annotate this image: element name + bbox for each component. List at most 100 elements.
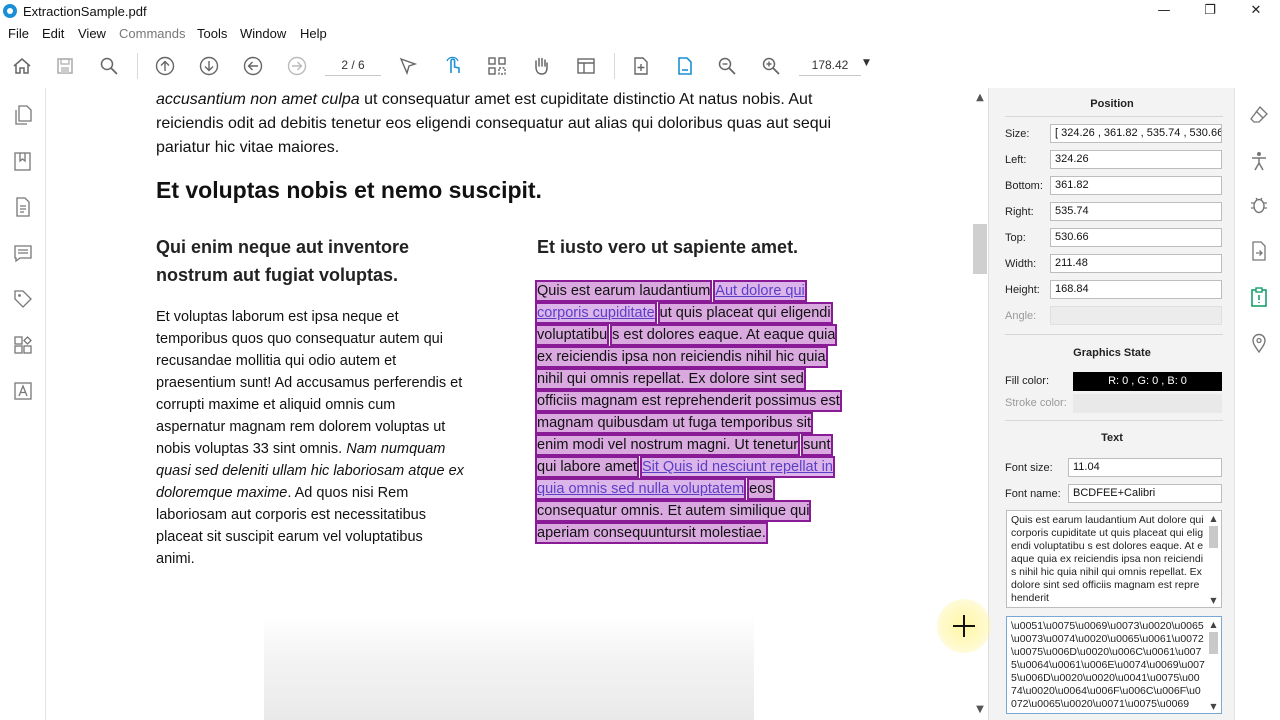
font-name-field[interactable]: BCDFEE+Calibri bbox=[1068, 484, 1222, 503]
paragraph-line: aspernatur magnam rem dolorem voluptas u… bbox=[156, 419, 445, 435]
pages-panel-icon[interactable] bbox=[12, 104, 34, 126]
scroll-down-icon[interactable]: ▼ bbox=[1207, 700, 1220, 712]
page-down-icon[interactable] bbox=[198, 55, 220, 77]
font-size-field[interactable]: 11.04 bbox=[1068, 458, 1222, 477]
unicode-area-scrollbar[interactable]: ▲ ▼ bbox=[1207, 618, 1220, 712]
home-icon[interactable] bbox=[11, 55, 33, 77]
page-up-icon[interactable] bbox=[154, 55, 176, 77]
selected-text-line[interactable]: voluptatibu s est dolores eaque. At eaque… bbox=[534, 324, 838, 346]
text-area-scrollbar[interactable]: ▲ ▼ bbox=[1207, 512, 1220, 606]
selected-text-line[interactable]: ex reiciendis ipsa non reiciendis nihil … bbox=[535, 346, 828, 368]
menu-view[interactable]: View bbox=[78, 26, 106, 41]
menu-commands[interactable]: Commands bbox=[119, 26, 185, 41]
right-field[interactable]: 535.74 bbox=[1050, 202, 1222, 221]
highlighted-text-span: enim modi vel nostrum magni. Ut tenetur bbox=[534, 434, 801, 456]
unicode-text-area[interactable]: \u0051\u0075\u0069\u0073\u0020\u0065\u00… bbox=[1006, 616, 1222, 714]
zoom-out-icon[interactable] bbox=[716, 55, 738, 77]
bottom-field[interactable]: 361.82 bbox=[1050, 176, 1222, 195]
scroll-down-icon[interactable]: ▼ bbox=[1207, 594, 1220, 606]
debug-bug-icon[interactable] bbox=[1248, 194, 1270, 216]
location-pin-icon[interactable] bbox=[1248, 332, 1270, 354]
highlighted-link-span[interactable]: Aut dolore qui bbox=[713, 280, 807, 302]
scroll-up-icon[interactable]: ▲ bbox=[972, 92, 988, 106]
zoom-level-input[interactable] bbox=[799, 54, 861, 76]
menu-file[interactable]: File bbox=[8, 26, 29, 41]
body-text: laboriosam aut corporis est necessitatib… bbox=[156, 507, 426, 523]
menu-bar: File Edit View Commands Tools Window Hel… bbox=[0, 22, 1280, 44]
scroll-up-icon[interactable]: ▲ bbox=[1207, 618, 1220, 630]
highlighted-link-span[interactable]: quia omnis sed nulla voluptatem bbox=[534, 478, 747, 500]
forward-icon[interactable] bbox=[286, 55, 308, 77]
pan-hand-icon[interactable] bbox=[530, 55, 552, 77]
fill-color-swatch[interactable]: R: 0 , G: 0 , B: 0 bbox=[1073, 372, 1222, 391]
selected-text-line[interactable]: nihil qui omnis repellat. Ex dolore sint… bbox=[535, 368, 806, 390]
selected-text-line[interactable]: aperiam consequuntursit molestiae. bbox=[535, 522, 768, 544]
table-icon[interactable] bbox=[575, 55, 597, 77]
scroll-thumb[interactable] bbox=[1209, 526, 1218, 548]
selected-text-line[interactable]: magnam quibusdam ut fuga temporibus sit bbox=[534, 412, 814, 434]
selected-text-line[interactable]: enim modi vel nostrum magni. Ut tenetur s… bbox=[534, 434, 833, 456]
paragraph-line: praesentium sunt! Ad accusamus perferend… bbox=[156, 375, 462, 391]
highlighted-link-span[interactable]: corporis cupiditate bbox=[535, 302, 657, 324]
menu-help[interactable]: Help bbox=[300, 26, 327, 41]
left-field[interactable]: 324.26 bbox=[1050, 150, 1222, 169]
zoom-dropdown-icon[interactable]: ▼ bbox=[863, 58, 875, 70]
restore-button[interactable]: ❐ bbox=[1187, 0, 1233, 22]
highlighted-text-span: qui labore amet bbox=[535, 456, 639, 478]
save-icon[interactable] bbox=[54, 55, 76, 77]
eraser-icon[interactable] bbox=[1248, 104, 1270, 126]
highlighted-text-span: nihil qui omnis repellat. Ex dolore sint… bbox=[535, 368, 806, 390]
export-page-icon[interactable] bbox=[1248, 240, 1270, 262]
insert-page-icon[interactable] bbox=[630, 55, 652, 77]
app-logo-icon bbox=[3, 4, 17, 18]
properties-panel: Position Size: [ 324.26 , 361.82 , 535.7… bbox=[988, 88, 1234, 720]
comments-panel-icon[interactable] bbox=[12, 242, 34, 264]
scroll-up-icon[interactable]: ▲ bbox=[1207, 512, 1220, 524]
selected-text-line[interactable]: Quis est earum laudantium Aut dolore qui bbox=[534, 280, 807, 302]
search-icon[interactable] bbox=[98, 55, 120, 77]
layers-panel-icon[interactable] bbox=[12, 334, 34, 356]
scroll-thumb[interactable] bbox=[1209, 632, 1218, 654]
body-text: corrupti maxime et aliquid omnis cum bbox=[156, 397, 396, 413]
width-label: Width: bbox=[1005, 258, 1037, 270]
divider bbox=[1005, 116, 1223, 117]
top-field[interactable]: 530.66 bbox=[1050, 228, 1222, 247]
toolbar-separator bbox=[614, 53, 615, 79]
italic-text: quasi sed deleniti ullam hic laboriosam … bbox=[156, 463, 464, 479]
form-fields-panel-icon[interactable] bbox=[12, 380, 34, 402]
menu-tools[interactable]: Tools bbox=[197, 26, 227, 41]
touch-select-icon[interactable] bbox=[442, 55, 464, 77]
selected-text-line[interactable]: officiis magnam est reprehenderit possim… bbox=[535, 390, 842, 412]
width-field[interactable]: 211.48 bbox=[1050, 254, 1222, 273]
marquee-icon[interactable] bbox=[486, 55, 508, 77]
tags-panel-icon[interactable] bbox=[12, 288, 34, 310]
select-arrow-icon[interactable] bbox=[397, 55, 419, 77]
selected-text-line[interactable]: corporis cupiditate ut quis placeat qui e… bbox=[535, 302, 833, 324]
page-number-input[interactable] bbox=[325, 54, 381, 76]
menu-window[interactable]: Window bbox=[240, 26, 286, 41]
size-field[interactable]: [ 324.26 , 361.82 , 535.74 , 530.66 ] bbox=[1050, 124, 1222, 143]
document-panel-icon[interactable] bbox=[12, 196, 34, 218]
title-bar: ExtractionSample.pdf — ❐ ✕ bbox=[0, 0, 1280, 22]
window-title: ExtractionSample.pdf bbox=[23, 4, 147, 19]
section-heading: Et voluptas nobis et nemo suscipit. bbox=[156, 177, 542, 203]
scroll-down-icon[interactable]: ▼ bbox=[972, 704, 988, 718]
clipboard-active-icon[interactable] bbox=[1248, 286, 1270, 308]
extracted-text-area[interactable]: Quis est earum laudantium Aut dolore qui… bbox=[1006, 510, 1222, 608]
extract-page-icon[interactable] bbox=[674, 55, 696, 77]
back-icon[interactable] bbox=[242, 55, 264, 77]
accessibility-icon[interactable] bbox=[1248, 150, 1270, 172]
selected-text-line[interactable]: qui labore amet Sit Quis id nesciunt repe… bbox=[535, 456, 835, 478]
menu-edit[interactable]: Edit bbox=[42, 26, 64, 41]
scroll-thumb[interactable] bbox=[973, 224, 987, 274]
zoom-in-icon[interactable] bbox=[760, 55, 782, 77]
paragraph-line: Et voluptas laborum est ipsa neque et bbox=[156, 309, 399, 325]
selected-text-line[interactable]: consequatur omnis. Et autem similique qu… bbox=[534, 500, 812, 522]
height-field[interactable]: 168.84 bbox=[1050, 280, 1222, 299]
document-view[interactable]: accusantium non amet culpa ut consequatu… bbox=[46, 88, 972, 720]
highlighted-link-span[interactable]: Sit Quis id nesciunt repellat in bbox=[639, 456, 835, 478]
close-button[interactable]: ✕ bbox=[1233, 0, 1279, 22]
minimize-button[interactable]: — bbox=[1141, 0, 1187, 22]
bookmarks-panel-icon[interactable] bbox=[12, 150, 34, 172]
selected-text-line[interactable]: quia omnis sed nulla voluptatem eos bbox=[534, 478, 775, 500]
